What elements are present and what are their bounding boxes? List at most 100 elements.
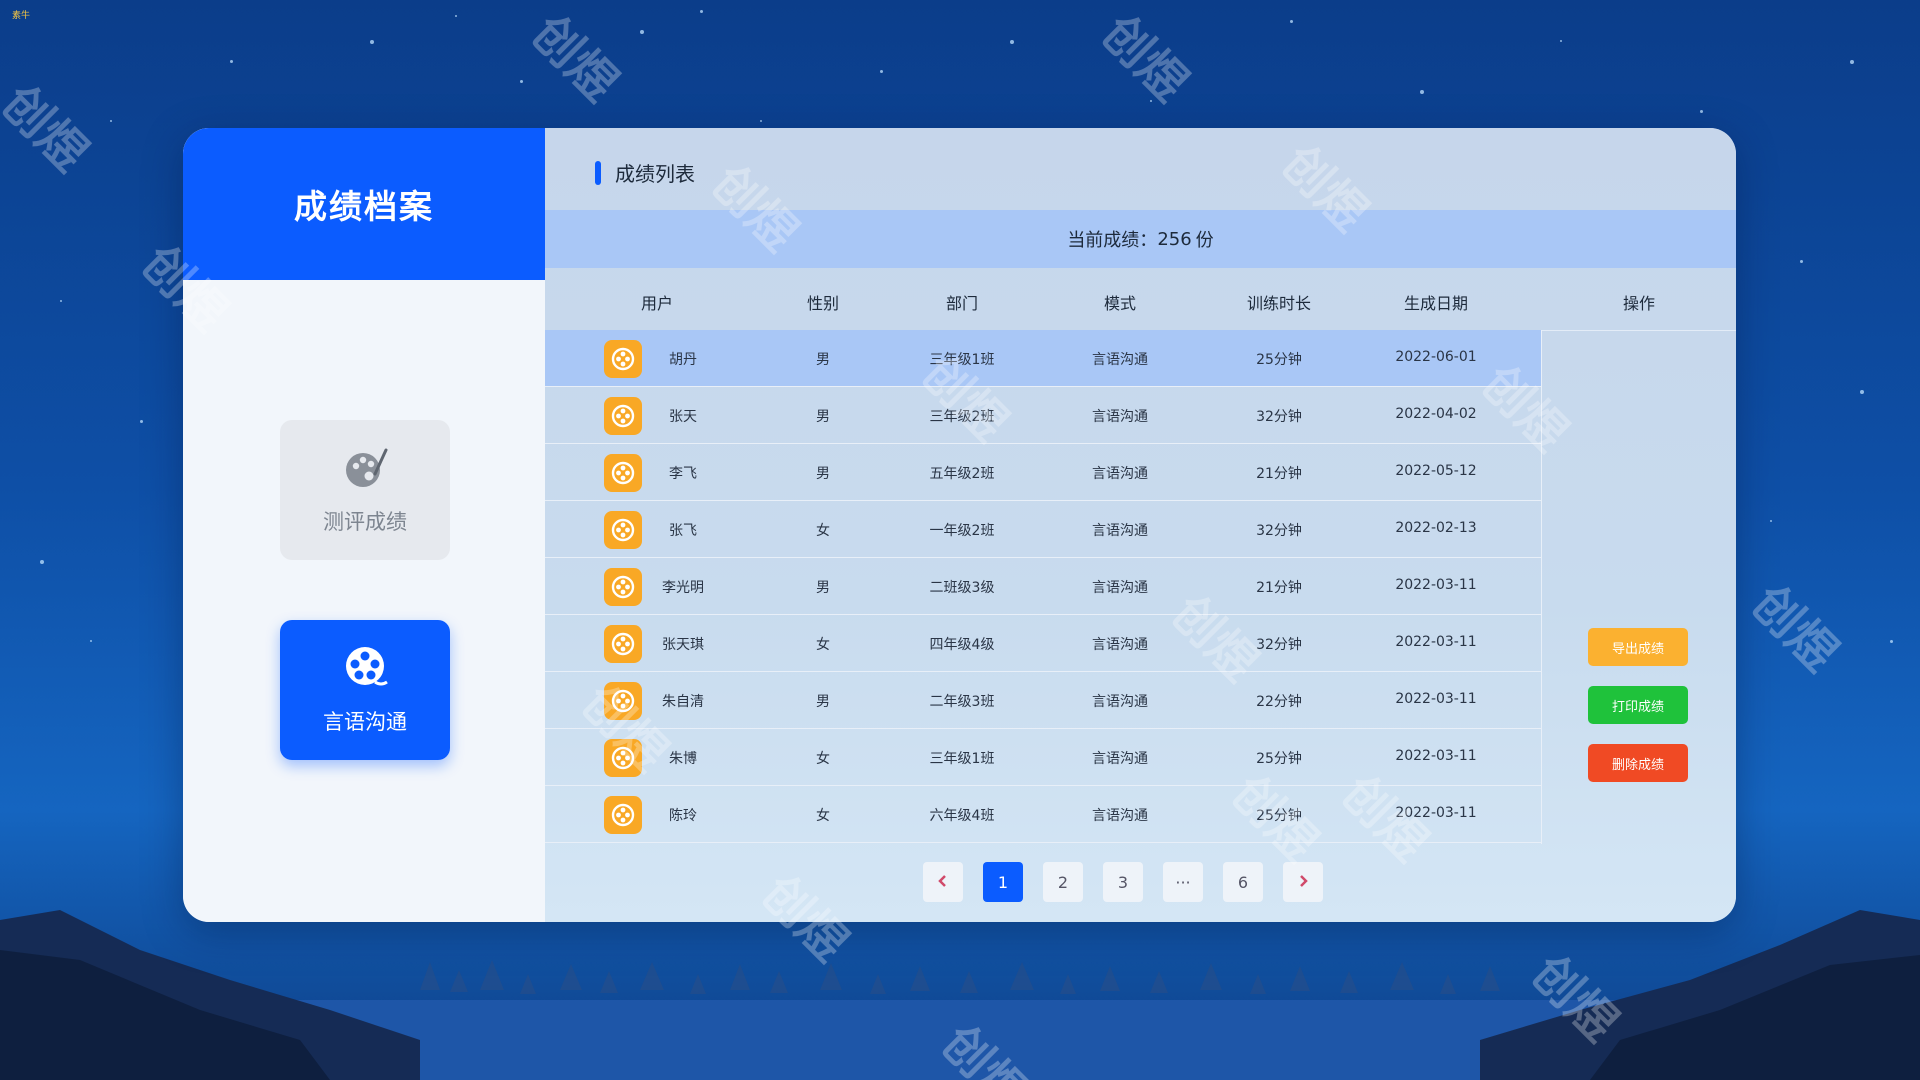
duration-cell: 21分钟 (1256, 466, 1302, 482)
star (640, 30, 644, 34)
duration-cell: 25分钟 (1256, 808, 1302, 824)
user-name: 张飞 (669, 523, 697, 539)
section-title-text: 成绩列表 (615, 162, 695, 186)
mode-cell: 言语沟通 (1092, 523, 1148, 539)
star (1150, 100, 1152, 102)
chevron-left-icon (936, 873, 950, 892)
export-scores-button[interactable]: 导出成绩 (1588, 628, 1688, 666)
user-name: 朱自清 (662, 694, 704, 710)
mode-cell: 言语沟通 (1092, 466, 1148, 482)
table-row[interactable]: 胡丹 男 三年级1班 言语沟通 25分钟 2022-06-01 (545, 330, 1541, 387)
print-scores-button[interactable]: 打印成绩 (1588, 686, 1688, 724)
duration-cell: 22分钟 (1256, 694, 1302, 710)
watermark-text: 创煜 (0, 74, 99, 183)
star (370, 40, 374, 44)
summary-unit: 份 (1195, 230, 1214, 251)
department-cell: 三年级1班 (929, 352, 995, 368)
user-name: 张天琪 (662, 637, 704, 653)
score-summary: 当前成绩： 256 份 (545, 210, 1736, 268)
table-body: 胡丹男三年级1班 言语沟通 25分钟 2022-06-01 张天男三年级2班 言语沟通 32… (545, 330, 1541, 843)
col-department: 部门 (945, 294, 979, 313)
table-row[interactable]: 陈玲 女 六年级4班 言语沟通 25分钟 2022-03-11 (545, 786, 1541, 843)
mode-cell: 言语沟通 (1092, 751, 1148, 767)
actions-column: 导出成绩 打印成绩 删除成绩 (1541, 330, 1736, 844)
mode-cell: 言语沟通 (1092, 352, 1148, 368)
duration-cell: 32分钟 (1256, 523, 1302, 539)
nav-assessment-scores[interactable]: 测评成绩 (280, 420, 450, 560)
nav-label-speech: 言语沟通 (323, 710, 407, 734)
table-row[interactable]: 朱博 女 三年级1班 言语沟通 25分钟 2022-03-11 (545, 729, 1541, 786)
col-user: 用户 (640, 294, 674, 313)
table-row[interactable]: 朱自清 男 二年级3班 言语沟通 22分钟 2022-03-11 (545, 672, 1541, 729)
date-cell: 2022-03-11 (1395, 748, 1477, 764)
duration-cell: 25分钟 (1256, 352, 1302, 368)
page-2-button[interactable]: 2 (1043, 862, 1083, 902)
mode-cell: 言语沟通 (1092, 808, 1148, 824)
star (1010, 40, 1014, 44)
date-cell: 2022-02-13 (1395, 520, 1477, 536)
gender-cell: 女 (816, 637, 830, 653)
star (1700, 110, 1703, 113)
star (1860, 390, 1864, 394)
page-ellipsis[interactable]: ··· (1163, 862, 1203, 902)
duration-cell: 32分钟 (1256, 409, 1302, 425)
star (230, 60, 233, 63)
prev-page-button[interactable] (923, 862, 963, 902)
department-cell: 六年级4班 (929, 808, 995, 824)
user-name: 朱博 (669, 751, 697, 767)
gender-cell: 女 (816, 808, 830, 824)
duration-cell: 21分钟 (1256, 580, 1302, 596)
date-cell: 2022-03-11 (1395, 691, 1477, 707)
sidebar: 成绩档案 测评成绩 言语沟通 (183, 128, 545, 922)
department-cell: 二年级3班 (929, 694, 995, 710)
col-date: 生成日期 (1403, 294, 1469, 313)
table-row[interactable]: 李飞 男 五年级2班 言语沟通 21分钟 2022-05-12 (545, 444, 1541, 501)
table-row[interactable]: 张天 男 三年级2班 言语沟通 32分钟 2022-04-02 (545, 387, 1541, 444)
date-cell: 2022-06-01 (1395, 349, 1477, 365)
star (90, 640, 92, 642)
summary-label: 当前成绩： (1067, 230, 1158, 251)
department-cell: 三年级1班 (929, 751, 995, 767)
watermark-text: 创煜 (520, 4, 629, 113)
star (110, 120, 112, 122)
star (1770, 520, 1772, 522)
film-reel-icon (604, 796, 642, 834)
table-row[interactable]: 张天琪 女 四年级4级 言语沟通 32分钟 2022-03-11 (545, 615, 1541, 672)
col-gender: 性别 (806, 294, 840, 313)
col-actions: 操作 (1622, 294, 1656, 313)
page-1-button[interactable]: 1 (983, 862, 1023, 902)
section-title: 成绩列表 (595, 158, 695, 187)
date-cell: 2022-03-11 (1395, 805, 1477, 821)
mode-cell: 言语沟通 (1092, 409, 1148, 425)
gender-cell: 女 (816, 523, 830, 539)
gender-cell: 男 (816, 352, 830, 368)
film-reel-icon (341, 644, 389, 696)
nav-label-assessment: 测评成绩 (323, 510, 407, 534)
star (1800, 260, 1803, 263)
user-name: 李光明 (662, 580, 704, 596)
star (1290, 20, 1293, 23)
watermark-text: 创煜 (1740, 574, 1849, 683)
film-reel-icon (604, 454, 642, 492)
film-reel-icon (604, 682, 642, 720)
delete-scores-button[interactable]: 删除成绩 (1588, 744, 1688, 782)
department-cell: 二班级3级 (929, 580, 995, 596)
user-name: 李飞 (669, 466, 697, 482)
star (880, 70, 883, 73)
department-cell: 一年级2班 (929, 523, 995, 539)
date-cell: 2022-04-02 (1395, 406, 1477, 422)
star (455, 15, 457, 17)
film-reel-icon (604, 340, 642, 378)
table-row[interactable]: 张飞 女 一年级2班 言语沟通 32分钟 2022-02-13 (545, 501, 1541, 558)
next-page-button[interactable] (1283, 862, 1323, 902)
department-cell: 四年级4级 (929, 637, 995, 653)
star (700, 10, 703, 13)
sidebar-title: 成绩档案 (183, 128, 545, 280)
user-name: 胡丹 (669, 352, 697, 368)
page-6-button[interactable]: 6 (1223, 862, 1263, 902)
nav-speech-communication[interactable]: 言语沟通 (280, 620, 450, 760)
page-3-button[interactable]: 3 (1103, 862, 1143, 902)
score-list-area: 成绩列表 当前成绩： 256 份 用户 性别 部门 模式 训练时长 生成日期 操… (545, 128, 1736, 922)
table-row[interactable]: 李光明 男 二班级3级 言语沟通 21分钟 2022-03-11 (545, 558, 1541, 615)
star (40, 560, 44, 564)
